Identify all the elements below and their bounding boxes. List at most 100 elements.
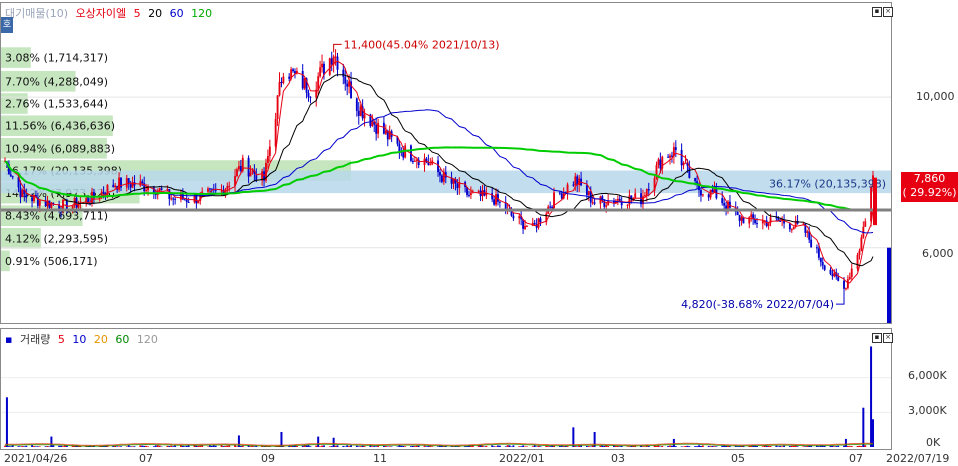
volume-legend-title[interactable]: 거래량 [20,333,50,346]
candle-body [456,183,459,189]
volume-bar [141,445,144,447]
candle-body [214,189,217,191]
legend-ma60[interactable]: 60 [170,7,184,20]
candle-body [342,69,345,77]
volume-close-icon[interactable]: × [883,333,893,343]
volume-bar [307,445,310,447]
candle-body [558,192,561,194]
candle-body [183,199,186,201]
volume-bar [835,446,838,447]
volume-bar [305,445,308,447]
volume-bar [375,446,378,447]
volume-bar [396,446,399,447]
legend-ma20[interactable]: 20 [148,7,162,20]
volume-legend-ma5[interactable]: 5 [58,333,65,346]
legend-stock-name[interactable]: 오상자이엘 [76,7,127,20]
candle-body [303,78,306,89]
side-tab-button[interactable]: 호 [1,17,13,33]
volume-bar [48,446,51,447]
candle-body [208,188,211,190]
volume-bar [850,446,853,447]
volume-bar [355,445,358,447]
volume-legend-ma20[interactable]: 20 [94,333,108,346]
volume-chart-canvas[interactable] [1,329,891,449]
candle-body [740,217,743,221]
volume-bar [661,445,664,447]
volume-bar [848,446,851,447]
volume-bar [682,446,685,447]
volume-bar [214,445,217,447]
candle-body [195,195,198,204]
volume-bar [315,445,318,447]
volume-bar [52,445,55,447]
volume-bar [779,446,782,447]
volume-spike-bar [870,346,873,447]
candle-body [371,121,374,126]
volume-bar [698,445,700,447]
volume-legend-ma120[interactable]: 120 [137,333,158,346]
legend-ma120[interactable]: 120 [191,7,212,20]
volume-legend-ma60[interactable]: 60 [115,333,129,346]
x-tick: 11 [373,452,387,465]
candle-body [468,194,470,196]
volume-bar [781,446,784,447]
volume-bar [321,445,323,447]
candle-body [336,56,339,70]
volume-bar [4,445,6,447]
price-y-tick: 10,000 [916,90,955,103]
volume-bar [181,445,184,447]
volume-bar [701,445,704,447]
close-icon[interactable]: × [883,7,893,17]
candle-body [274,118,277,147]
candle-body [276,95,279,119]
legend-ma5[interactable]: 5 [134,7,141,20]
candle-body [377,122,380,134]
volume-bar [301,445,304,447]
volume-bar [864,445,867,447]
candle-body [823,265,826,270]
volume-spike-bar [317,436,320,447]
volume-bar [208,445,211,447]
volume-spike-bar [5,397,8,447]
price-chart-panel[interactable]: 3.08% (1,714,317) 7.70% (4,288,049) 2.76% … [0,2,893,324]
candle-body [91,192,93,204]
candle-body [533,222,536,225]
candle-body [268,146,271,156]
candle-body [481,190,484,197]
candle-body [495,194,497,205]
volume-bar [531,446,534,447]
volume-minimize-icon[interactable]: ▪ [872,333,882,343]
candle-body [236,169,238,177]
volume-y-tick: 3,000K [908,404,947,417]
candle-body [819,257,822,263]
volume-bar [346,445,349,447]
candle-body [526,225,528,227]
volume-chart-panel[interactable]: ▪ 거래량 5 10 20 60 120 ▪ × [0,328,893,450]
volume-bar [388,446,391,447]
volume-bar [761,446,764,447]
low-annotation-arrow [836,292,845,305]
legend-dimmed-label[interactable]: 대기매물(10) [5,7,68,20]
price-chart-canvas[interactable]: 3.08% (1,714,317) 7.70% (4,288,049) 2.76% … [1,3,891,323]
candle-body [844,288,847,290]
volume-bar [44,446,47,447]
x-tick: 05 [731,452,745,465]
volume-bar [767,445,770,447]
volume-bar [7,446,10,447]
volume-profile-label: 4.12% (2,293,595) [5,232,108,245]
candle-body [282,76,285,83]
volume-bar [437,446,439,447]
volume-bar [485,445,488,447]
candle-body [102,191,105,194]
candle-body [477,190,480,192]
volume-bar [342,445,345,447]
volume-bar [647,446,650,447]
volume-legend-ma10[interactable]: 10 [72,333,86,346]
candle-body [657,159,660,166]
volume-bar [236,446,238,447]
volume-spike-bar [572,427,575,447]
minimize-icon[interactable]: ▪ [872,7,882,17]
candle-body [355,98,358,111]
candle-body [750,214,753,218]
volume-bar [518,446,521,447]
